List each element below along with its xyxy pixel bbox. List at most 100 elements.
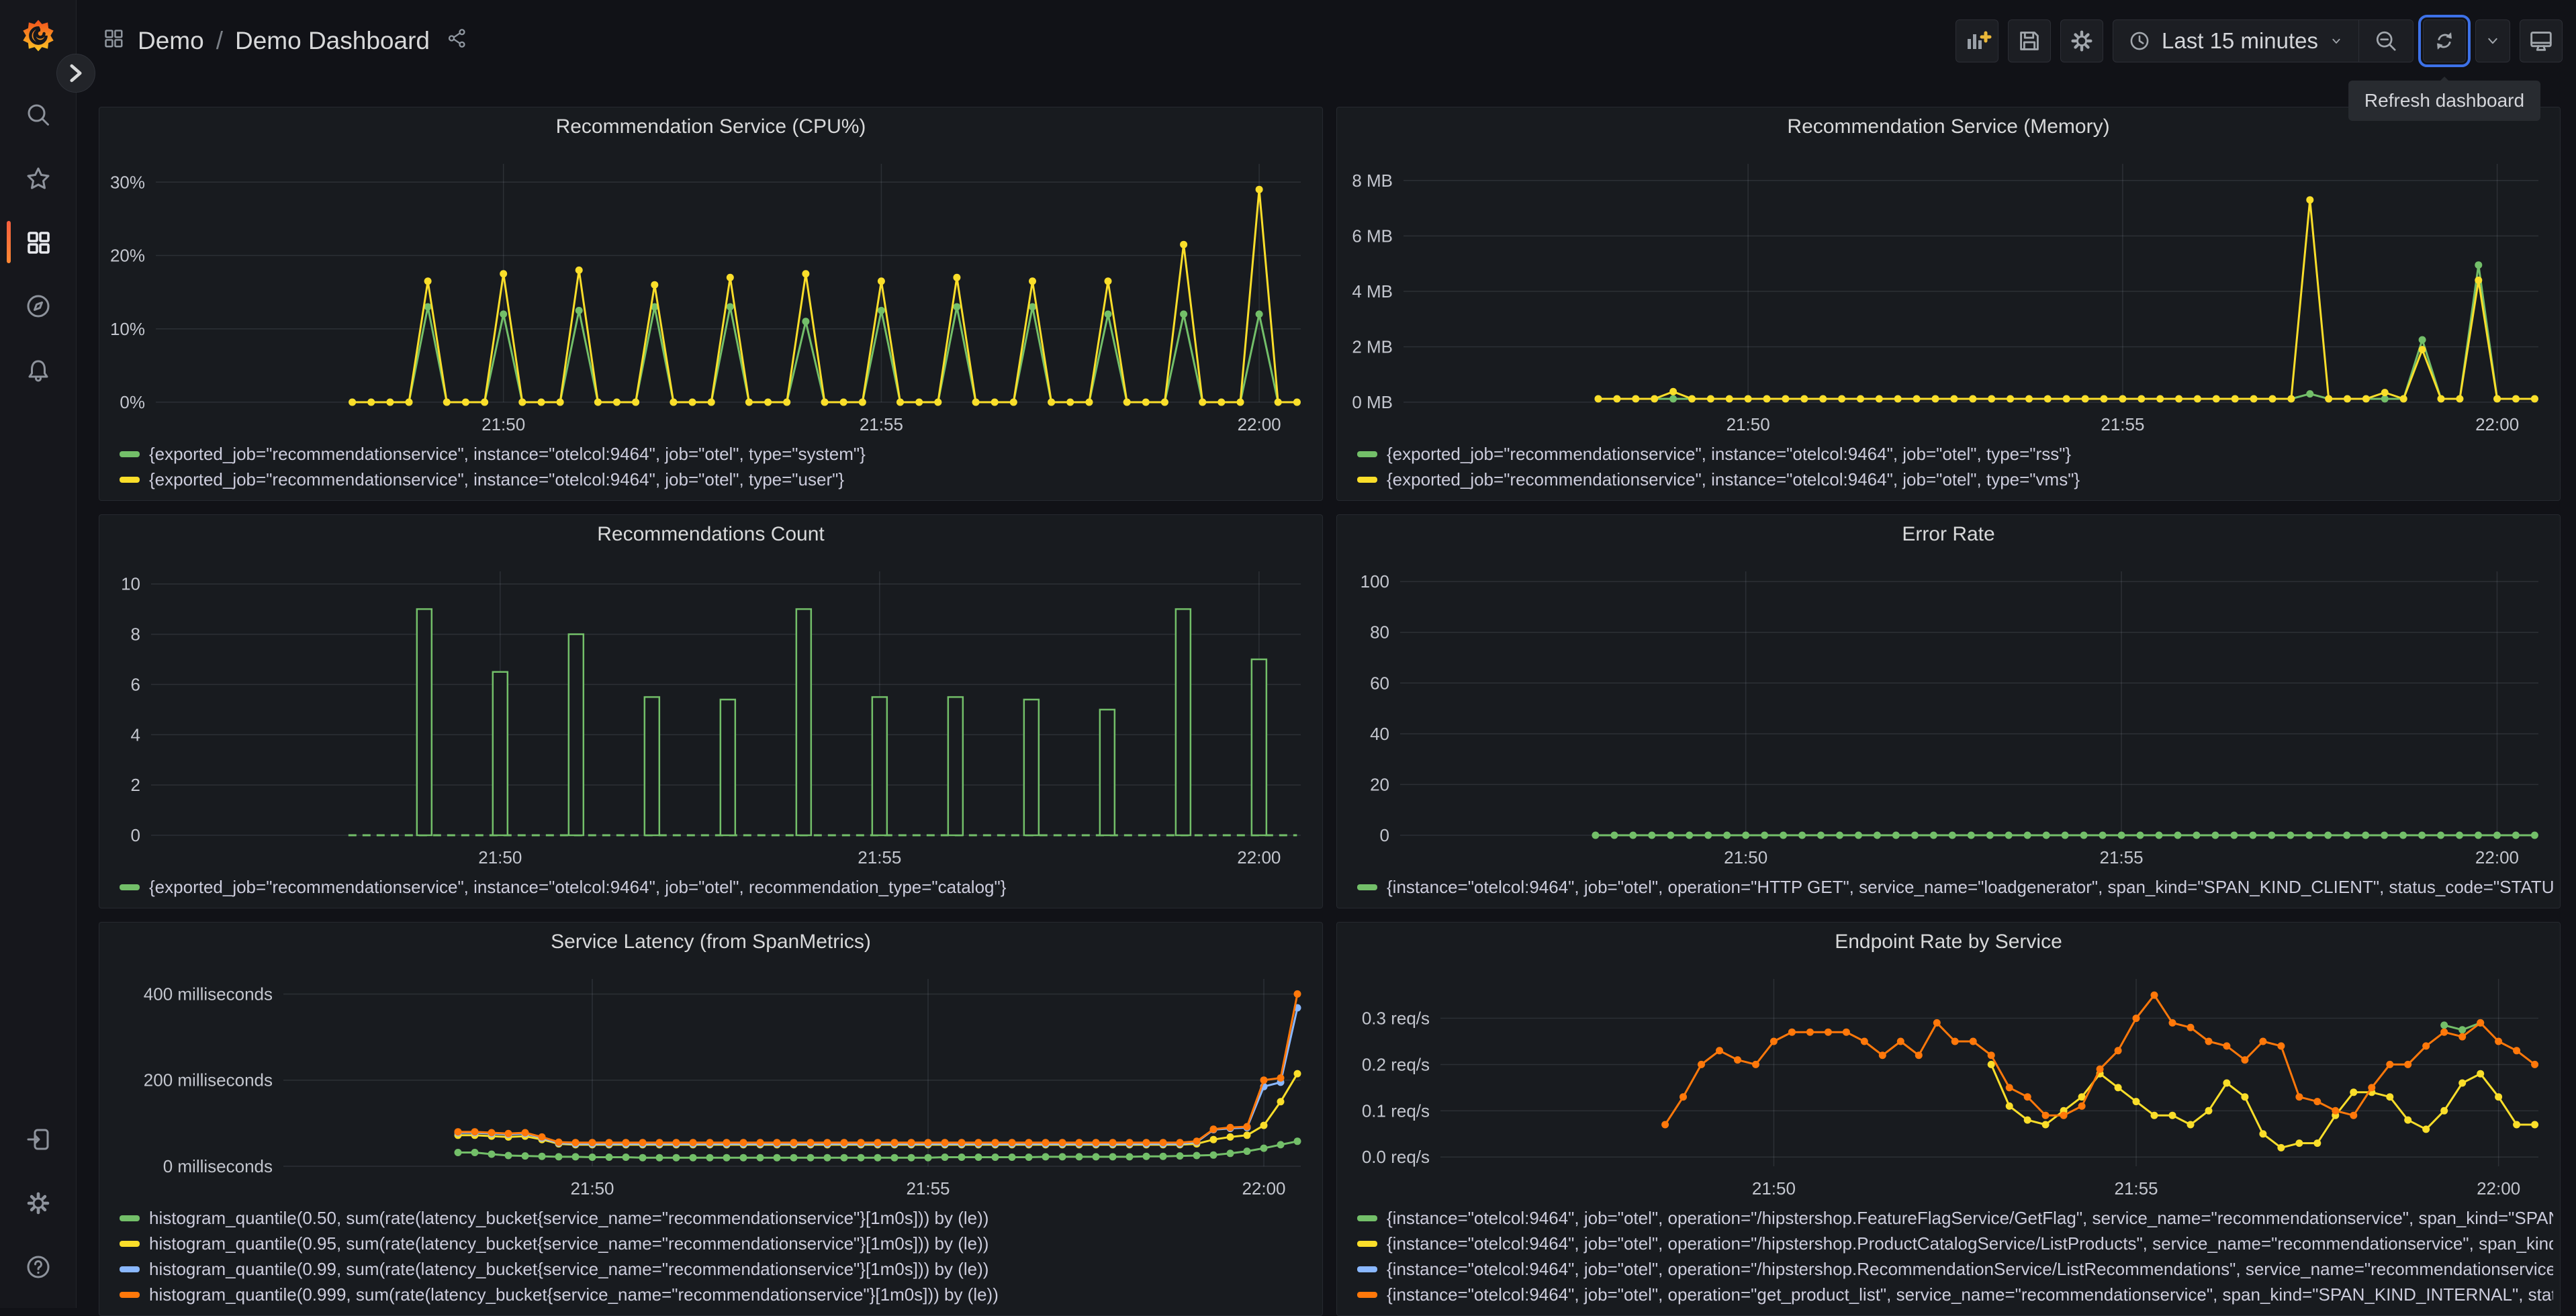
time-series-chart[interactable]: 21:50 21:55 22:00 0.0 req/s 0.1 req/s 0.2 req… (1340, 961, 2557, 1204)
svg-text:22:00: 22:00 (1238, 414, 1281, 434)
panel-title[interactable]: Service Latency (from SpanMetrics) (551, 931, 871, 953)
panel-header[interactable]: Service Latency (from SpanMetrics) (99, 923, 1322, 961)
svg-text:20%: 20% (110, 246, 145, 266)
gear-icon (27, 1192, 49, 1214)
legend-item[interactable]: histogram_quantile(0.99, sum(rate(latenc… (120, 1256, 1316, 1282)
panel-header[interactable]: Recommendation Service (CPU%) (99, 107, 1322, 146)
legend-item[interactable]: {instance="otelcol:9464", job="otel", op… (1357, 1256, 2553, 1282)
panel-header[interactable]: Error Rate (1337, 515, 2560, 554)
sidebar-item-search[interactable] (0, 83, 76, 146)
time-series-chart[interactable]: 21:50 21:55 22:00 0 20 40 60 80 100 (1340, 554, 2557, 873)
legend-item[interactable]: {instance="otelcol:9464", job="otel", op… (1357, 874, 2553, 900)
panel-title[interactable]: Recommendation Service (Memory) (1787, 115, 2109, 138)
panel-header[interactable]: Recommendations Count (99, 515, 1322, 554)
chart-area: 21:50 21:55 22:00 0.0 req/s 0.1 req/s 0.2 req… (1337, 961, 2560, 1204)
panel-title[interactable]: Recommendations Count (597, 523, 825, 546)
grafana-logo-icon[interactable] (20, 17, 56, 57)
chevron-right-icon (70, 64, 82, 83)
legend-item[interactable]: {exported_job="recommendationservice", i… (1357, 467, 2553, 492)
dashboard-settings-button[interactable] (2060, 19, 2104, 62)
svg-text:22:00: 22:00 (2475, 414, 2519, 434)
legend: {exported_job="recommendationservice", i… (1337, 440, 2560, 500)
sidebar-item-alerting[interactable] (0, 338, 76, 402)
legend-swatch (120, 1291, 140, 1298)
svg-text:80: 80 (1370, 622, 1389, 643)
svg-text:21:50: 21:50 (570, 1178, 614, 1198)
svg-text:21:50: 21:50 (1752, 1178, 1796, 1198)
legend-label: {instance="otelcol:9464", job="otel", op… (1387, 1207, 2553, 1228)
panel-header[interactable]: Endpoint Rate by Service (1337, 923, 2560, 961)
svg-text:6 MB: 6 MB (1352, 226, 1393, 246)
save-icon (2020, 32, 2039, 50)
svg-text:4: 4 (131, 724, 140, 745)
sidebar-nav-bottom (0, 1107, 76, 1299)
legend-item[interactable]: {exported_job="recommendationservice", i… (120, 874, 1316, 900)
panel-title[interactable]: Error Rate (1902, 523, 1994, 546)
svg-text:4 MB: 4 MB (1352, 281, 1393, 301)
sidebar-item-explore[interactable] (0, 274, 76, 338)
legend-item[interactable]: histogram_quantile(0.50, sum(rate(latenc… (120, 1205, 1316, 1231)
share-icon[interactable] (446, 27, 469, 56)
svg-text:0: 0 (131, 825, 140, 845)
time-series-chart[interactable]: 21:50 21:55 22:00 0 milliseconds 200 millise… (102, 961, 1320, 1204)
sidebar-item-help[interactable] (0, 1235, 76, 1299)
svg-text:0.3 req/s: 0.3 req/s (1362, 1008, 1430, 1029)
sidebar-item-dashboards[interactable] (0, 210, 76, 274)
svg-text:21:55: 21:55 (906, 1178, 950, 1198)
time-series-chart[interactable]: 21:50 21:55 22:00 0% 10% 20% 30% (102, 146, 1320, 440)
breadcrumb-folder[interactable]: Demo (138, 27, 204, 55)
svg-text:22:00: 22:00 (2477, 1178, 2520, 1198)
svg-text:21:50: 21:50 (481, 414, 525, 434)
svg-text:60: 60 (1370, 673, 1389, 693)
legend-item[interactable]: {exported_job="recommendationservice", i… (120, 467, 1316, 492)
bell-icon (28, 360, 48, 381)
star-icon (27, 167, 49, 189)
save-dashboard-button[interactable] (2008, 19, 2052, 62)
legend: {instance="otelcol:9464", job="otel", op… (1337, 873, 2560, 908)
legend: {exported_job="recommendationservice", i… (99, 440, 1322, 500)
panel-count: Recommendations Count 21:50 21:55 22:00 0 2 4… (99, 514, 1323, 908)
panel-title[interactable]: Endpoint Rate by Service (1835, 931, 2062, 953)
chart-area: 21:50 21:55 22:00 0 MB 2 MB 4 MB 6 MB 8 MB (1337, 146, 2560, 440)
svg-text:21:55: 21:55 (858, 847, 901, 867)
sidebar-item-settings[interactable] (0, 1171, 76, 1235)
legend-label: {instance="otelcol:9464", job="otel", op… (1387, 1233, 2553, 1254)
svg-text:6: 6 (131, 674, 140, 694)
legend-item[interactable]: histogram_quantile(0.95, sum(rate(latenc… (120, 1231, 1316, 1256)
svg-text:40: 40 (1370, 724, 1389, 744)
add-panel-button[interactable] (1956, 19, 1999, 62)
sidebar-item-starred[interactable] (0, 146, 76, 210)
time-series-chart[interactable]: 21:50 21:55 22:00 0 2 4 6 8 10 (102, 554, 1320, 873)
legend-label: {exported_job="recommendationservice", i… (149, 876, 1007, 897)
legend-item[interactable]: {instance="otelcol:9464", job="otel", op… (1357, 1205, 2553, 1231)
expand-sidebar-button[interactable] (56, 54, 95, 93)
legend-item[interactable]: {exported_job="recommendationservice", i… (1357, 441, 2553, 467)
legend-label: {instance="otelcol:9464", job="otel", op… (1387, 1258, 2553, 1279)
refresh-interval-dropdown[interactable] (2475, 19, 2510, 62)
svg-text:0 MB: 0 MB (1352, 392, 1393, 412)
svg-text:21:55: 21:55 (2115, 1178, 2158, 1198)
refresh-tooltip: Refresh dashboard (2348, 77, 2541, 121)
svg-text:0.2 req/s: 0.2 req/s (1362, 1054, 1430, 1074)
panel-cpu: Recommendation Service (CPU%) 21:50 21:55… (99, 107, 1323, 501)
legend-swatch (120, 884, 140, 890)
breadcrumb: Demo / Demo Dashboard (101, 26, 469, 56)
svg-text:0: 0 (1380, 825, 1389, 845)
legend-item[interactable]: {instance="otelcol:9464", job="otel", op… (1357, 1282, 2553, 1307)
legend-item[interactable]: histogram_quantile(0.999, sum(rate(laten… (120, 1282, 1316, 1307)
breadcrumb-dashboard[interactable]: Demo Dashboard (235, 27, 430, 55)
legend-item[interactable]: {exported_job="recommendationservice", i… (120, 441, 1316, 467)
time-range-picker[interactable]: Last 15 minutes (2113, 20, 2358, 62)
zoom-out-button[interactable] (2358, 20, 2413, 62)
legend: histogram_quantile(0.50, sum(rate(latenc… (99, 1204, 1322, 1315)
panel-title[interactable]: Recommendation Service (CPU%) (556, 115, 866, 138)
refresh-dashboard-button[interactable] (2418, 15, 2471, 67)
svg-text:20: 20 (1370, 774, 1389, 794)
sidebar-item-sign-in[interactable] (0, 1107, 76, 1171)
svg-text:0 milliseconds: 0 milliseconds (163, 1156, 273, 1176)
time-series-chart[interactable]: 21:50 21:55 22:00 0 MB 2 MB 4 MB 6 MB 8 MB (1340, 146, 2557, 440)
legend-label: {exported_job="recommendationservice", i… (149, 469, 845, 489)
legend-swatch (1357, 1291, 1377, 1298)
legend-item[interactable]: {instance="otelcol:9464", job="otel", op… (1357, 1231, 2553, 1256)
kiosk-mode-button[interactable] (2520, 19, 2563, 62)
